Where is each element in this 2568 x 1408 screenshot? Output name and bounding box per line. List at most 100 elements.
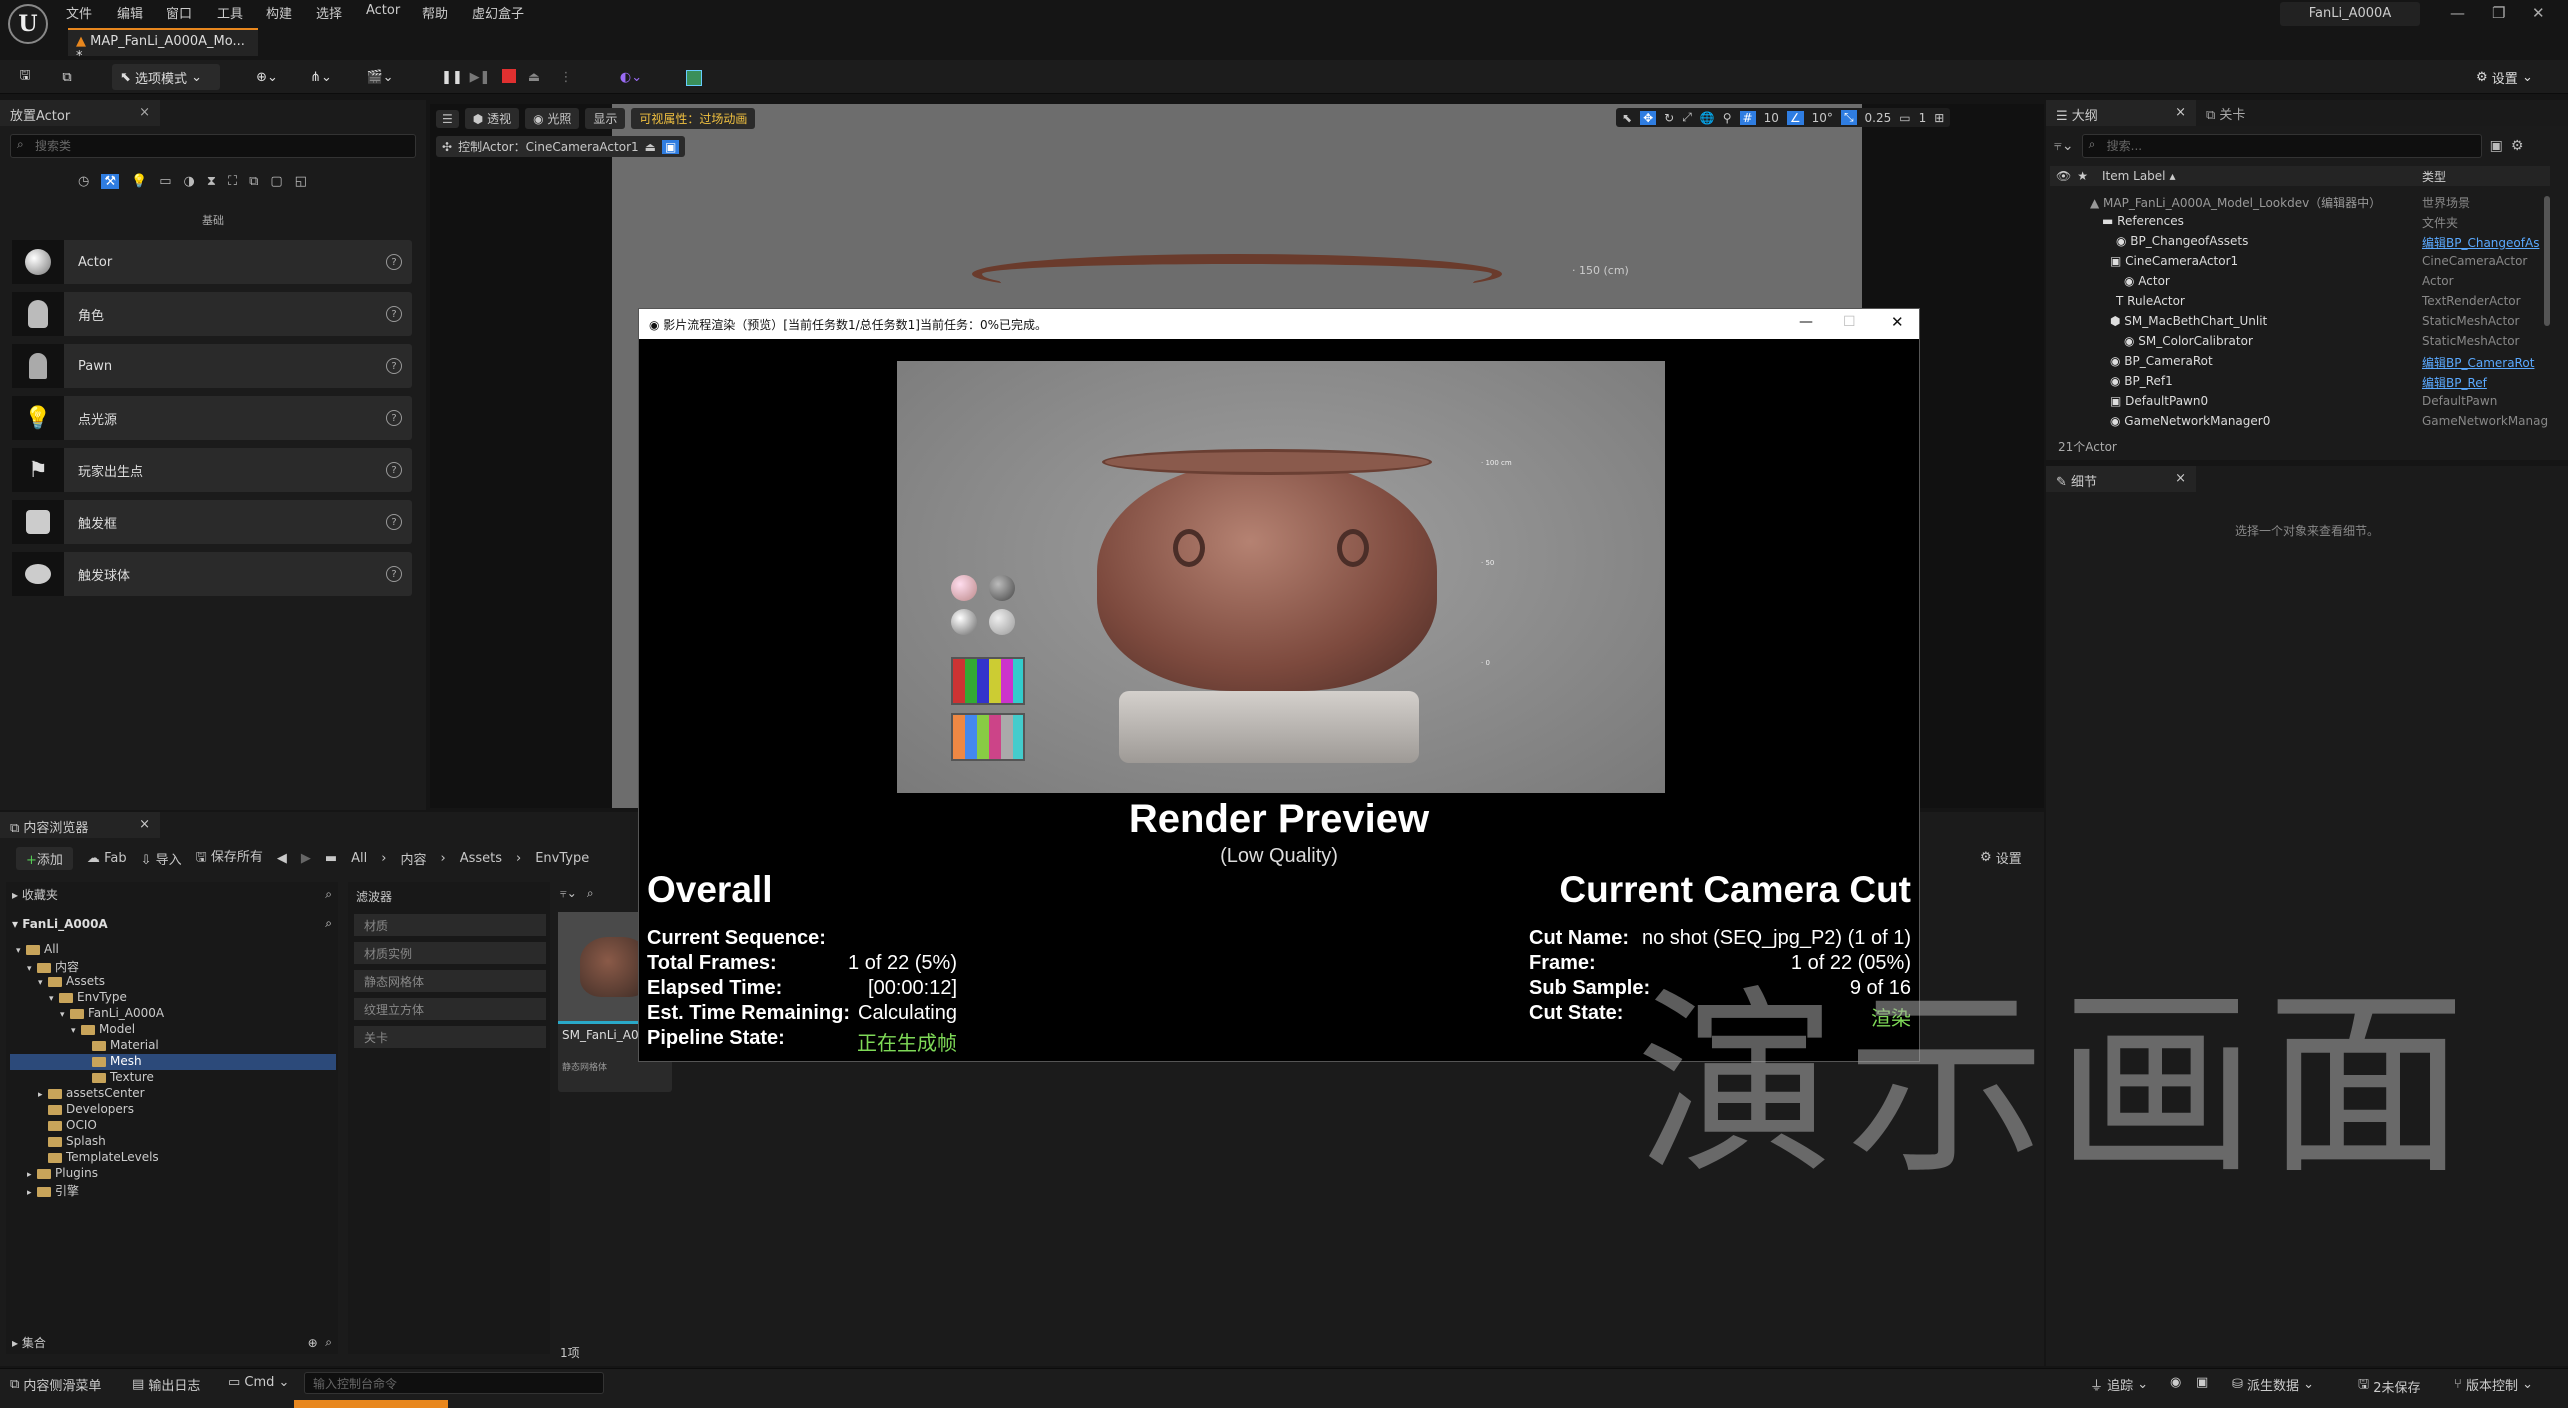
help-icon[interactable]: ? [386, 566, 402, 582]
settings-button[interactable]: ⚙ 设置 ⌄ [2476, 64, 2556, 90]
levels-tab[interactable]: ⧉ 关卡 [2196, 99, 2255, 128]
cinematics-icon[interactable]: 🎬⌄ [362, 64, 398, 90]
search-icon[interactable]: ⌕ [325, 916, 332, 931]
help-icon[interactable]: ? [386, 306, 402, 322]
search-icon[interactable]: ⌕ [325, 1335, 332, 1350]
visual-effects-icon[interactable]: ◑ [183, 174, 194, 189]
actor-item-trigger-box[interactable]: 触发框 ? [12, 500, 412, 544]
folder-item[interactable]: Material [10, 1038, 336, 1054]
help-icon[interactable]: ? [386, 514, 402, 530]
select-icon[interactable]: ⬉ [1622, 111, 1632, 125]
camera-speed-icon[interactable]: ▭ [1899, 111, 1910, 125]
lights-icon[interactable]: 💡 [131, 174, 147, 189]
blueprint-icon[interactable]: ⋔⌄ [306, 64, 336, 90]
screenshot-icon[interactable]: ▣ [2196, 1375, 2208, 1390]
type-col-header[interactable]: 类型 [2422, 168, 2446, 185]
close-tab-icon[interactable]: × [2175, 105, 2186, 120]
plugin-icon[interactable] [686, 70, 702, 86]
close-tab-icon[interactable]: × [2175, 471, 2186, 486]
actor-item-pawn[interactable]: Pawn ? [12, 344, 412, 388]
grid-snap-value[interactable]: 10 [1764, 111, 1779, 125]
content-drawer-button[interactable]: ⧉ 内容侧滑菜单 [10, 1375, 101, 1394]
add-collection-icon[interactable]: ⊕ [308, 1336, 326, 1350]
expand-icon[interactable]: ▾ [49, 994, 59, 1004]
outliner-row[interactable]: ◉ BP_Ref1 编辑BP_Ref [2050, 374, 2550, 394]
content-browser-tab[interactable]: ⧉ 内容浏览器 × [0, 812, 160, 838]
expand-icon[interactable]: ▸ [27, 1170, 37, 1180]
actor-item-trigger-sphere[interactable]: 触发球体 ? [12, 552, 412, 596]
folder-item[interactable]: ▸ assetsCenter [10, 1086, 336, 1102]
camera-speed-value[interactable]: 1 [1919, 111, 1927, 125]
basic-category-icon[interactable]: ⚒ [101, 174, 119, 189]
search-icon[interactable]: ⌕ [587, 886, 594, 901]
outliner-row-type[interactable]: 编辑BP_Ref [2422, 374, 2487, 391]
help-icon[interactable]: ? [386, 462, 402, 478]
outliner-scrollbar[interactable] [2544, 196, 2550, 326]
outliner-row[interactable]: ◉ GameNetworkManager0 GameNetworkManag [2050, 414, 2550, 434]
folder-item[interactable]: OCIO [10, 1118, 336, 1134]
expand-icon[interactable]: ▾ [38, 978, 48, 988]
all-classes-icon[interactable]: ⧉ [249, 174, 258, 189]
breadcrumb-all[interactable]: All [351, 851, 367, 866]
pin-col-icon[interactable]: ★ [2077, 169, 2088, 183]
add-actor-icon[interactable]: ⊕⌄ [252, 64, 282, 90]
menu-file[interactable]: 文件 [66, 3, 92, 22]
outliner-row[interactable]: T RuleActor TextRenderActor [2050, 294, 2550, 314]
breadcrumb-assets[interactable]: Assets [460, 851, 502, 866]
layout-icon[interactable]: ⊞ [1934, 111, 1944, 125]
platforms-icon[interactable]: ◐⌄ [614, 64, 648, 90]
menu-tools[interactable]: 工具 [217, 3, 243, 22]
mode-dropdown[interactable]: ⬉ 选项模式 ⌄ [112, 64, 220, 90]
folder-item[interactable]: ▾ EnvType [10, 990, 336, 1006]
expand-icon[interactable]: ▸ [38, 1090, 48, 1100]
translate-icon[interactable]: ✥ [1640, 110, 1657, 125]
actor-item-actor[interactable]: Actor ? [12, 240, 412, 284]
folder-item[interactable]: Developers [10, 1102, 336, 1118]
outliner-row[interactable]: ▬ References 文件夹 [2050, 214, 2550, 234]
trace-button[interactable]: ⏚ 追踪 ⌄ [2090, 1375, 2148, 1394]
actor-item-character[interactable]: 角色 ? [12, 292, 412, 336]
source-control-button[interactable]: ⑂ 版本控制 ⌄ [2454, 1375, 2533, 1394]
outliner-row[interactable]: ◉ Actor Actor [2050, 274, 2550, 294]
back-icon[interactable]: ◀ [277, 851, 287, 866]
console-input[interactable]: 输入控制台命令 [304, 1372, 604, 1394]
record-icon[interactable]: ◉ [2170, 1375, 2181, 1390]
visibility-col-icon[interactable]: 👁 [2056, 169, 2071, 183]
label-col-header[interactable]: Item Label [2102, 169, 2166, 183]
recent-icon[interactable]: ◷ [78, 174, 89, 189]
outliner-tab[interactable]: ☰ 大纲 × [2046, 100, 2196, 126]
filter-texture-cube[interactable]: 纹理立方体 [354, 998, 546, 1020]
breadcrumb-envtype[interactable]: EnvType [535, 851, 589, 866]
filter-icon[interactable]: ⫧⌄ [2054, 138, 2074, 154]
show-button[interactable]: 显示 [585, 108, 626, 129]
help-icon[interactable]: ? [386, 254, 402, 270]
menu-help[interactable]: 帮助 [422, 3, 448, 22]
folder-item[interactable]: Texture [10, 1070, 336, 1086]
outliner-row[interactable]: ⬢ SM_MacBethChart_Unlit StaticMeshActor [2050, 314, 2550, 334]
outliner-row[interactable]: ◉ BP_ChangeofAssets 编辑BP_ChangeofAs [2050, 234, 2550, 254]
forward-icon[interactable]: ▶ [301, 851, 311, 866]
more-icon[interactable]: ⋮ [560, 64, 573, 90]
expand-icon[interactable]: ▾ [60, 1010, 70, 1020]
minimize-icon[interactable]: — [2450, 4, 2465, 22]
rotation-snap-value[interactable]: 10° [1812, 111, 1833, 125]
import-button[interactable]: ⇩ 导入 [141, 849, 182, 868]
visibility-button[interactable]: 可视属性：过场动画 [631, 108, 756, 129]
menu-actor[interactable]: Actor [366, 3, 400, 18]
menu-select[interactable]: 选择 [316, 3, 342, 22]
favorites-header[interactable]: ▸ 收藏夹 ⌕ [12, 886, 332, 903]
minimize-icon[interactable]: — [1799, 314, 1813, 330]
output-log-button[interactable]: ▤ 输出日志 [132, 1375, 200, 1394]
folder-item[interactable]: TemplateLevels [10, 1150, 336, 1166]
outliner-search[interactable]: ⌕ 搜索... [2081, 134, 2482, 158]
world-local-icon[interactable]: 🌐 [1700, 111, 1715, 125]
rotate-icon[interactable]: ↻ [1664, 111, 1674, 125]
menu-edit[interactable]: 编辑 [117, 3, 143, 22]
folder-item[interactable]: ▾ All [10, 942, 336, 958]
menu-window[interactable]: 窗口 [166, 3, 192, 22]
browse-icon[interactable]: ⧉ [56, 64, 78, 90]
perspective-button[interactable]: ⬢ 透视 [464, 108, 520, 129]
rotation-snap-icon[interactable]: ∠ [1786, 110, 1804, 125]
outliner-row[interactable]: ◉ SM_ColorCalibrator StaticMeshActor [2050, 334, 2550, 354]
breadcrumb-content[interactable]: 内容 [400, 849, 426, 868]
